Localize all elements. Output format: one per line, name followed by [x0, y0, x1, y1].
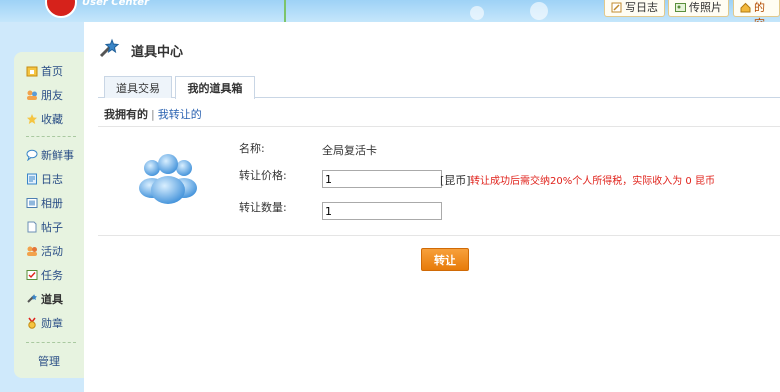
- task-icon: [26, 269, 38, 281]
- price-label: 转让价格:: [239, 169, 287, 182]
- sidebar-item-label: 任务: [41, 269, 63, 282]
- sidebar-item-album[interactable]: 相册: [26, 194, 63, 212]
- sidebar-item-favorites[interactable]: 收藏: [26, 110, 63, 128]
- quantity-input[interactable]: [322, 202, 442, 220]
- cloud-decoration: [530, 2, 548, 20]
- page-title: 道具中心: [131, 45, 184, 60]
- album-icon: [26, 197, 38, 209]
- my-space-label: 我的空: [754, 1, 765, 22]
- tab-props-trade[interactable]: 道具交易: [104, 76, 172, 98]
- site-logo[interactable]: [45, 0, 77, 18]
- name-value: 全局复活卡: [322, 144, 377, 157]
- notebook-icon: [26, 173, 38, 185]
- top-banner: User Center 写日志 传照片 我的空: [0, 0, 780, 22]
- write-blog-label: 写日志: [625, 1, 658, 14]
- logo-text: User Center: [82, 0, 150, 8]
- magic-wand-icon: [26, 293, 38, 305]
- friends-icon: [26, 89, 38, 101]
- sidebar-item-label: 管理: [38, 355, 60, 368]
- sidebar-divider: [26, 136, 76, 137]
- sub-navigation: 我拥有的 | 我转让的: [104, 106, 202, 122]
- sidebar-item-label: 新鲜事: [41, 149, 74, 162]
- sidebar-item-medals[interactable]: 勋章: [26, 314, 63, 332]
- tax-warning: 转让成功后需交纳20%个人所得税，实际收入为 0 昆币: [470, 176, 715, 187]
- sidebar-item-label: 勋章: [41, 317, 63, 330]
- magic-wand-icon: [98, 38, 120, 60]
- sidebar-item-friends[interactable]: 朋友: [26, 86, 63, 104]
- sidebar-item-label: 道具: [41, 293, 63, 306]
- quantity-label: 转让数量:: [239, 201, 287, 214]
- sidebar-item-label: 相册: [41, 197, 63, 210]
- home-icon: [26, 65, 38, 77]
- sidebar-item-label: 帖子: [41, 221, 63, 234]
- upload-photo-label: 传照片: [689, 1, 722, 14]
- sidebar-item-tasks[interactable]: 任务: [26, 266, 63, 284]
- sidebar-item-label: 日志: [41, 173, 63, 186]
- medal-icon: [26, 317, 38, 329]
- subnav-divider: [98, 126, 780, 127]
- sidebar-divider: [26, 342, 76, 343]
- sidebar-item-manage[interactable]: 管理: [38, 352, 60, 370]
- sidebar-item-posts[interactable]: 帖子: [26, 218, 63, 236]
- sidebar-item-blog[interactable]: 日志: [26, 170, 63, 188]
- form-divider: [98, 235, 780, 236]
- subnav-transferred-link[interactable]: 我转让的: [158, 108, 202, 121]
- sidebar-item-label: 朋友: [41, 89, 63, 102]
- cloud-decoration: [470, 6, 484, 20]
- transfer-button[interactable]: 转让: [421, 248, 469, 271]
- tab-my-props-box[interactable]: 我的道具箱: [175, 76, 255, 99]
- sidebar-item-props[interactable]: 道具: [26, 290, 63, 308]
- group-avatar-icon: [138, 150, 198, 206]
- sidebar-item-news-feed[interactable]: 新鲜事: [26, 146, 74, 164]
- sidebar: 首页 朋友 收藏 新鲜事 日志 相册 帖子 活动 任务 道具 勋章 管理: [14, 52, 84, 378]
- my-space-button[interactable]: 我的空: [733, 0, 780, 22]
- sidebar-item-activities[interactable]: 活动: [26, 242, 63, 260]
- upload-photo-button[interactable]: 传照片: [668, 0, 729, 17]
- speech-bubble-icon: [26, 149, 38, 162]
- home-icon: [740, 2, 751, 13]
- pencil-icon: [611, 2, 622, 13]
- subnav-separator: |: [151, 108, 155, 121]
- price-unit: [昆币]: [440, 174, 471, 187]
- main-panel: 道具中心 道具交易 我的道具箱 我拥有的 | 我转让的 名称: 全局复活卡 转让价格…: [84, 22, 780, 392]
- photo-icon: [675, 2, 686, 13]
- sidebar-item-home[interactable]: 首页: [26, 62, 63, 80]
- price-input[interactable]: [322, 170, 442, 188]
- star-icon: [26, 113, 38, 125]
- sidebar-item-label: 收藏: [41, 113, 63, 126]
- sidebar-item-label: 活动: [41, 245, 63, 258]
- name-label: 名称:: [239, 142, 265, 155]
- people-icon: [26, 245, 38, 257]
- write-blog-button[interactable]: 写日志: [604, 0, 665, 17]
- document-icon: [26, 221, 38, 233]
- flower-decoration: [284, 0, 286, 22]
- sidebar-item-label: 首页: [41, 65, 63, 78]
- subnav-owned[interactable]: 我拥有的: [104, 108, 148, 121]
